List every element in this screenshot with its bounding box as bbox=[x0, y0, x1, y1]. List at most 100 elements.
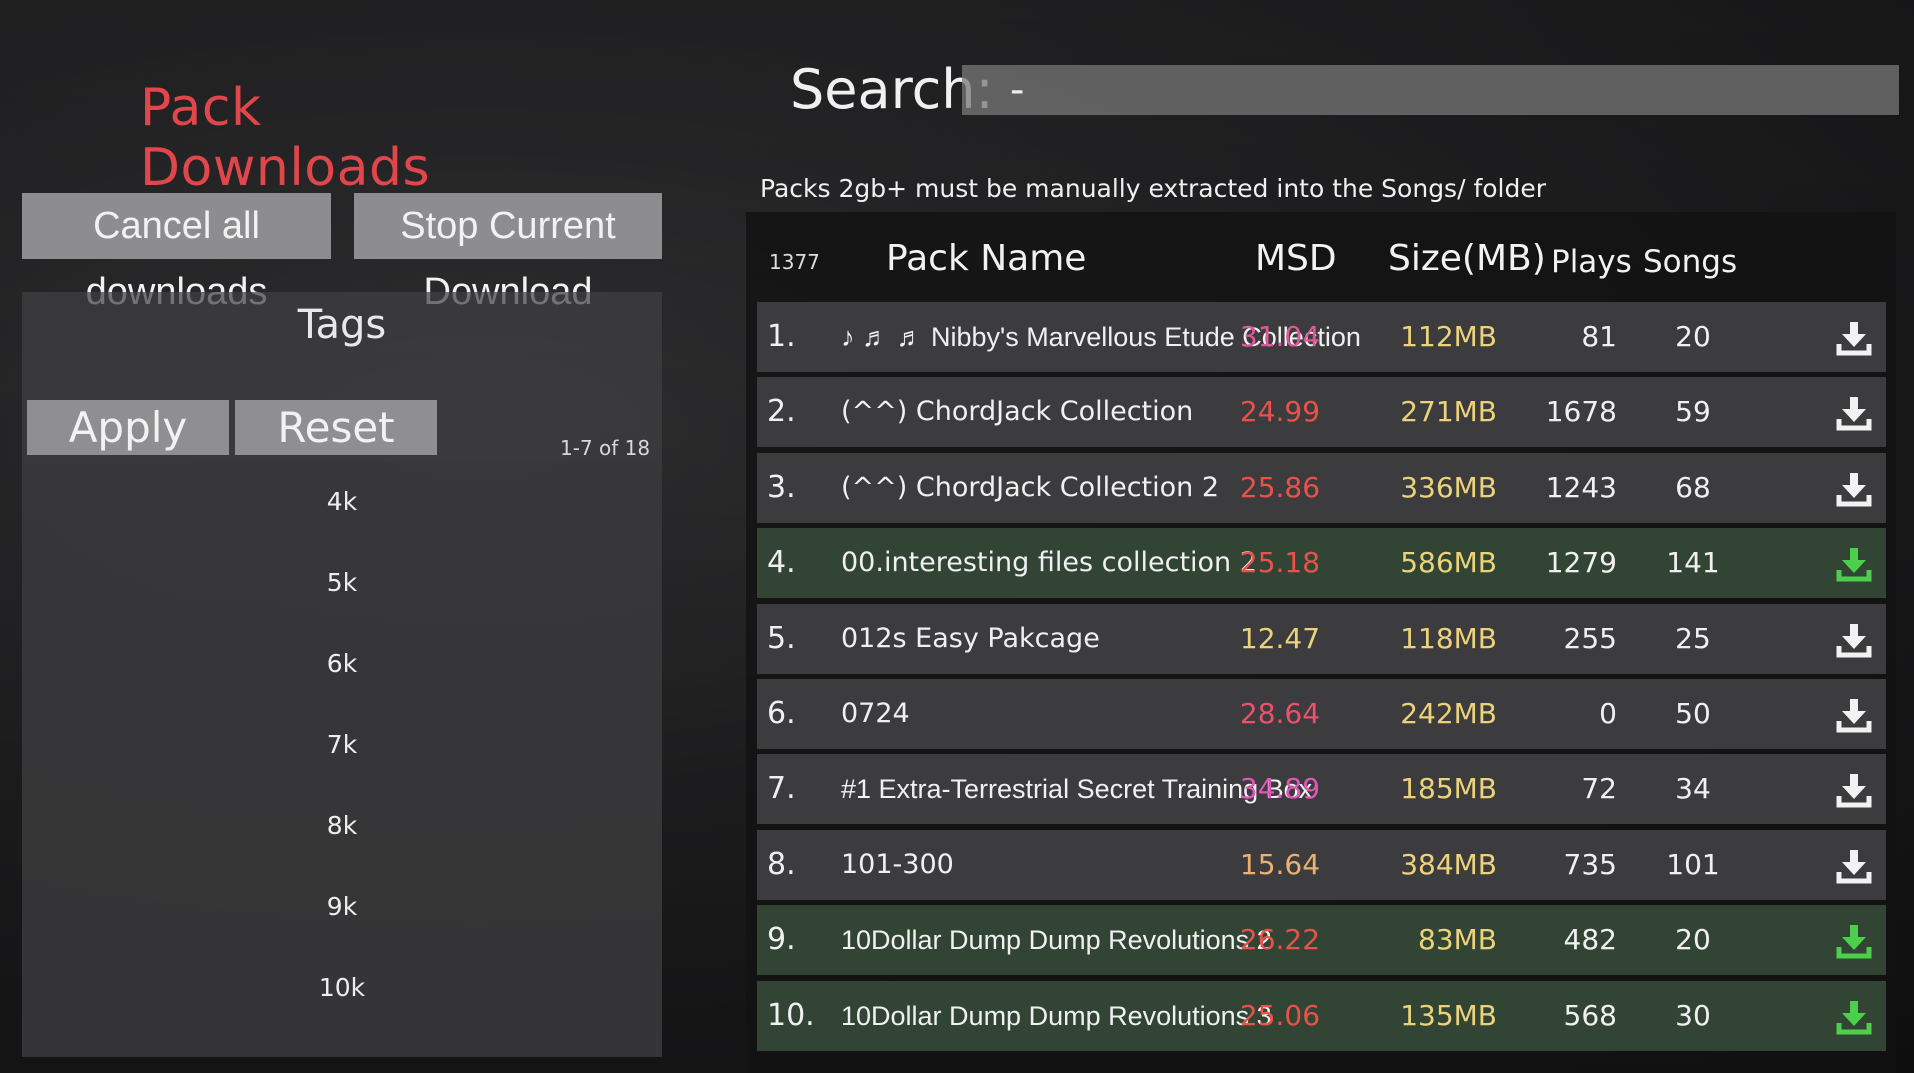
tag-item-4k[interactable]: 4k bbox=[22, 487, 662, 516]
download-icon[interactable] bbox=[1836, 848, 1872, 884]
extraction-note: Packs 2gb+ must be manually extracted in… bbox=[760, 174, 1547, 203]
total-pack-count: 1377 bbox=[769, 250, 820, 274]
tags-reset-button[interactable]: Reset bbox=[235, 400, 437, 455]
row-size: 185MB bbox=[1400, 772, 1497, 805]
download-icon[interactable] bbox=[1836, 471, 1872, 507]
download-icon[interactable] bbox=[1836, 546, 1872, 582]
tag-item-7k[interactable]: 7k bbox=[22, 730, 662, 759]
row-rank: 2. bbox=[767, 394, 796, 429]
tag-list: 4k 5k 6k 7k 8k 9k 10k bbox=[22, 463, 662, 1057]
row-msd: 12.47 bbox=[1239, 622, 1321, 655]
table-row[interactable]: 1. ♪ ♬ ♬ Nibby's Marvellous Etude Collect… bbox=[757, 302, 1886, 372]
table-row[interactable]: 4. 00.interesting files collection 2 25.18… bbox=[757, 528, 1886, 598]
header-pack-name[interactable]: Pack Name bbox=[886, 238, 1086, 279]
row-pack-name: 101-300 bbox=[841, 849, 954, 880]
row-size: 135MB bbox=[1400, 999, 1497, 1032]
row-size: 242MB bbox=[1400, 697, 1497, 730]
table-row[interactable]: 3. (^^) ChordJack Collection 2 25.86 336MB 1… bbox=[757, 453, 1886, 523]
row-songs: 20 bbox=[1675, 320, 1711, 353]
row-plays: 81 bbox=[1581, 320, 1617, 353]
download-icon[interactable] bbox=[1836, 395, 1872, 431]
download-icon[interactable] bbox=[1836, 923, 1872, 959]
row-rank: 10. bbox=[767, 998, 815, 1033]
row-pack-name: (^^) ChordJack Collection 2 bbox=[841, 472, 1220, 503]
table-row[interactable]: 8. 101-300 15.64 384MB 735 101 bbox=[757, 830, 1886, 900]
row-plays: 1279 bbox=[1545, 546, 1617, 579]
tag-item-10k[interactable]: 10k bbox=[22, 973, 662, 1002]
tag-item-8k[interactable]: 8k bbox=[22, 811, 662, 840]
table-row[interactable]: 5. 012s Easy Pakcage 12.47 118MB 255 25 bbox=[757, 604, 1886, 674]
header-plays[interactable]: Plays bbox=[1551, 244, 1632, 280]
row-pack-name: 012s Easy Pakcage bbox=[841, 623, 1100, 654]
row-msd: 25.06 bbox=[1239, 999, 1321, 1032]
download-icon[interactable] bbox=[1836, 999, 1872, 1035]
row-size: 586MB bbox=[1400, 546, 1497, 579]
row-plays: 0 bbox=[1599, 697, 1617, 730]
tag-item-5k[interactable]: 5k bbox=[22, 568, 662, 597]
row-pack-name: 10Dollar Dump Dump Revolutions 2 bbox=[841, 925, 1272, 955]
row-rank: 6. bbox=[767, 696, 796, 731]
row-rank: 5. bbox=[767, 621, 796, 656]
row-size: 336MB bbox=[1400, 471, 1497, 504]
search-input[interactable] bbox=[962, 65, 1899, 115]
row-plays: 568 bbox=[1563, 999, 1617, 1032]
header-msd[interactable]: MSD bbox=[1255, 238, 1337, 279]
row-songs: 34 bbox=[1675, 772, 1711, 805]
row-rank: 8. bbox=[767, 847, 796, 882]
row-pack-name: (^^) ChordJack Collection bbox=[841, 396, 1194, 427]
tags-title: Tags bbox=[297, 302, 387, 348]
table-row[interactable]: 10. 10Dollar Dump Dump Revolutions 3 25.06… bbox=[757, 981, 1886, 1051]
row-songs: 68 bbox=[1675, 471, 1711, 504]
row-rank: 3. bbox=[767, 470, 796, 505]
download-icon[interactable] bbox=[1836, 772, 1872, 808]
row-msd: 15.64 bbox=[1239, 848, 1321, 881]
row-pack-name: 10Dollar Dump Dump Revolutions 3 bbox=[841, 1001, 1272, 1031]
row-plays: 255 bbox=[1563, 622, 1617, 655]
row-rank: 1. bbox=[767, 319, 796, 354]
table-row[interactable]: 6. 0724 28.64 242MB 0 50 bbox=[757, 679, 1886, 749]
download-icon[interactable] bbox=[1836, 320, 1872, 356]
row-rank: 9. bbox=[767, 922, 796, 957]
header-songs[interactable]: Songs bbox=[1643, 244, 1737, 280]
row-songs: 20 bbox=[1675, 923, 1711, 956]
row-size: 271MB bbox=[1400, 395, 1497, 428]
tag-item-6k[interactable]: 6k bbox=[22, 649, 662, 678]
row-rank: 4. bbox=[767, 545, 796, 580]
row-songs: 101 bbox=[1666, 848, 1720, 881]
download-icon[interactable] bbox=[1836, 697, 1872, 733]
row-msd: 24.99 bbox=[1239, 395, 1321, 428]
row-plays: 735 bbox=[1563, 848, 1617, 881]
search-input-value: - bbox=[1010, 67, 1025, 113]
download-icon[interactable] bbox=[1836, 622, 1872, 658]
row-rank: 7. bbox=[767, 771, 796, 806]
tags-apply-button[interactable]: Apply bbox=[27, 400, 229, 455]
row-msd: 34.89 bbox=[1239, 772, 1321, 805]
header-size[interactable]: Size(MB) bbox=[1388, 238, 1546, 279]
tag-item-9k[interactable]: 9k bbox=[22, 892, 662, 921]
row-size: 112MB bbox=[1400, 320, 1497, 353]
table-row[interactable]: 2. (^^) ChordJack Collection 24.99 271MB 167… bbox=[757, 377, 1886, 447]
row-msd: 31.04 bbox=[1239, 320, 1321, 353]
cancel-all-downloads-button[interactable]: Cancel all downloads bbox=[22, 193, 331, 313]
row-msd: 25.18 bbox=[1239, 546, 1321, 579]
row-songs: 141 bbox=[1666, 546, 1720, 579]
row-size: 118MB bbox=[1400, 622, 1497, 655]
row-plays: 72 bbox=[1581, 772, 1617, 805]
row-plays: 1678 bbox=[1545, 395, 1617, 428]
row-msd: 25.86 bbox=[1239, 471, 1321, 504]
row-songs: 59 bbox=[1675, 395, 1711, 428]
stop-current-download-button[interactable]: Stop Current Download bbox=[354, 193, 662, 313]
table-row[interactable]: 9. 10Dollar Dump Dump Revolutions 2 26.22 8… bbox=[757, 905, 1886, 975]
table-row[interactable]: 7. #1 Extra-Terrestrial Secret Training B… bbox=[757, 754, 1886, 824]
row-songs: 25 bbox=[1675, 622, 1711, 655]
page-title: Pack Downloads bbox=[140, 78, 431, 198]
row-msd: 26.22 bbox=[1239, 923, 1321, 956]
row-plays: 1243 bbox=[1545, 471, 1617, 504]
row-songs: 30 bbox=[1675, 999, 1711, 1032]
row-pack-name: 00.interesting files collection 2 bbox=[841, 547, 1257, 578]
tags-page-count: 1-7 of 18 bbox=[560, 436, 651, 460]
row-pack-name: 0724 bbox=[841, 698, 910, 729]
row-size: 83MB bbox=[1418, 923, 1497, 956]
row-plays: 482 bbox=[1563, 923, 1617, 956]
row-msd: 28.64 bbox=[1239, 697, 1321, 730]
